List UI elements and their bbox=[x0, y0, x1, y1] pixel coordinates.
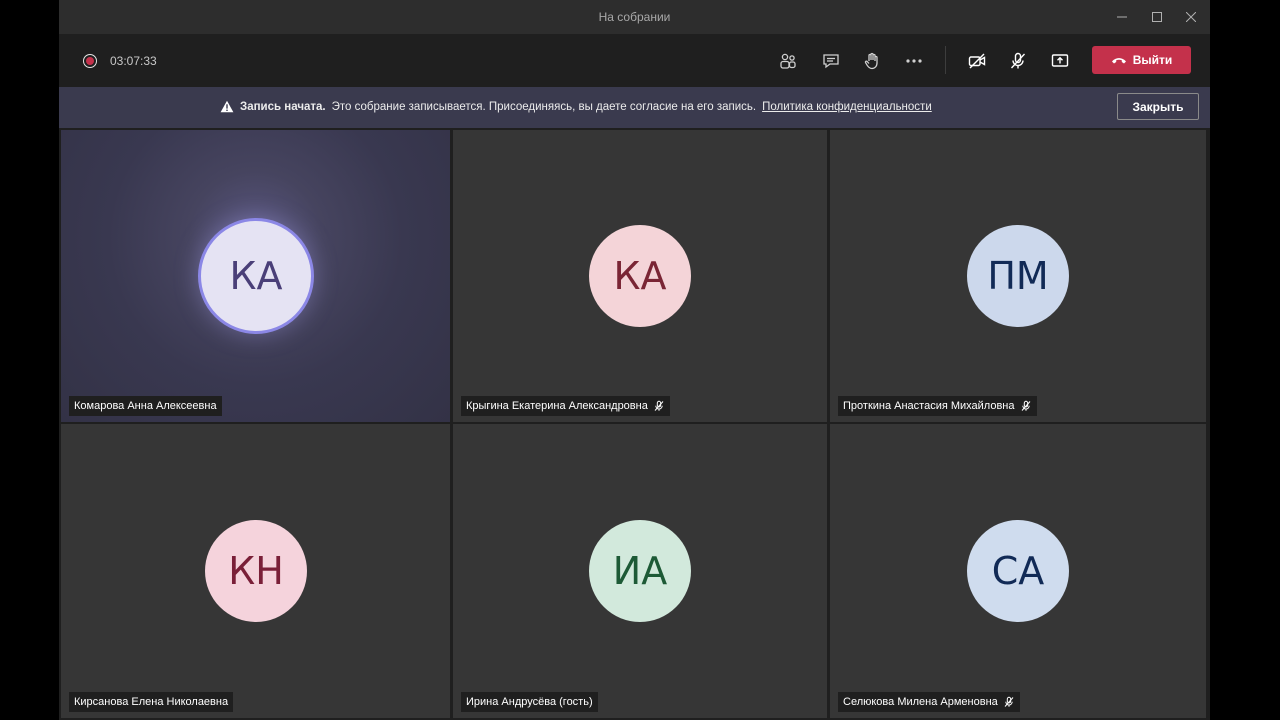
meeting-controls-bar: 03:07:33 Выйти bbox=[59, 34, 1210, 87]
recording-banner: Запись начата. Это собрание записывается… bbox=[59, 87, 1210, 128]
camera-off-icon[interactable] bbox=[965, 49, 989, 73]
avatar: ПМ bbox=[967, 225, 1069, 327]
avatar: КА bbox=[198, 218, 314, 334]
raise-hand-icon[interactable] bbox=[860, 49, 884, 73]
participant-tile[interactable]: ПМ Проткина Анастасия Михайловна bbox=[830, 130, 1206, 422]
participant-name: Проткина Анастасия Михайловна bbox=[843, 400, 1015, 412]
maximize-icon[interactable] bbox=[1146, 6, 1168, 28]
leave-button[interactable]: Выйти bbox=[1092, 46, 1191, 74]
title-bar: На собрании bbox=[59, 0, 1210, 34]
participants-icon[interactable] bbox=[776, 49, 800, 73]
participant-tile[interactable]: КА Комарова Анна Алексеевна bbox=[61, 130, 450, 422]
participant-name-label: Комарова Анна Алексеевна bbox=[69, 396, 222, 416]
participant-name: Селюкова Милена Арменовна bbox=[843, 696, 998, 708]
participant-name: Ирина Андрусёва (гость) bbox=[466, 696, 593, 708]
participant-name-label: Кирсанова Елена Николаевна bbox=[69, 692, 234, 712]
chat-icon[interactable] bbox=[819, 49, 843, 73]
warning-icon bbox=[220, 100, 234, 113]
meeting-timer: 03:07:33 bbox=[110, 54, 157, 68]
participant-name: Кирсанова Елена Николаевна bbox=[74, 696, 229, 708]
participant-tile[interactable]: КА Крыгина Екатерина Александровна bbox=[453, 130, 827, 422]
participant-tile[interactable]: ИА Ирина Андрусёва (гость) bbox=[453, 424, 827, 718]
share-screen-icon[interactable] bbox=[1048, 49, 1072, 73]
leave-button-label: Выйти bbox=[1132, 53, 1173, 67]
participant-name: Комарова Анна Алексеевна bbox=[74, 400, 217, 412]
participant-name-label: Проткина Анастасия Михайловна bbox=[838, 396, 1037, 416]
banner-title: Запись начата. bbox=[240, 100, 326, 113]
participant-name-label: Крыгина Екатерина Александровна bbox=[461, 396, 670, 416]
avatar: КА bbox=[589, 225, 691, 327]
participant-name: Крыгина Екатерина Александровна bbox=[466, 400, 648, 412]
microphone-muted-icon bbox=[1003, 696, 1015, 708]
participant-name-label: Селюкова Милена Арменовна bbox=[838, 692, 1020, 712]
avatar: СА bbox=[967, 520, 1069, 622]
avatar: ИА bbox=[589, 520, 691, 622]
participant-tile[interactable]: СА Селюкова Милена Арменовна bbox=[830, 424, 1206, 718]
microphone-muted-icon bbox=[1020, 400, 1032, 412]
participant-name-label: Ирина Андрусёва (гость) bbox=[461, 692, 598, 712]
meeting-window: На собрании 03:07:33 Выйти Запись начата… bbox=[59, 0, 1210, 720]
recording-indicator-icon bbox=[83, 54, 97, 68]
privacy-policy-link[interactable]: Политика конфиденциальности bbox=[762, 101, 932, 113]
participant-tile[interactable]: КН Кирсанова Елена Николаевна bbox=[61, 424, 450, 718]
microphone-off-icon[interactable] bbox=[1006, 49, 1030, 73]
microphone-muted-icon bbox=[653, 400, 665, 412]
toolbar-divider bbox=[945, 46, 946, 74]
banner-message: Это собрание записывается. Присоединяясь… bbox=[331, 100, 757, 113]
hang-up-icon bbox=[1111, 58, 1126, 64]
more-options-icon[interactable] bbox=[902, 49, 926, 73]
avatar: КН bbox=[205, 520, 307, 622]
window-title: На собрании bbox=[598, 10, 671, 24]
close-banner-button[interactable]: Закрыть bbox=[1117, 93, 1199, 120]
minimize-icon[interactable] bbox=[1111, 6, 1133, 28]
close-window-icon[interactable] bbox=[1180, 6, 1202, 28]
